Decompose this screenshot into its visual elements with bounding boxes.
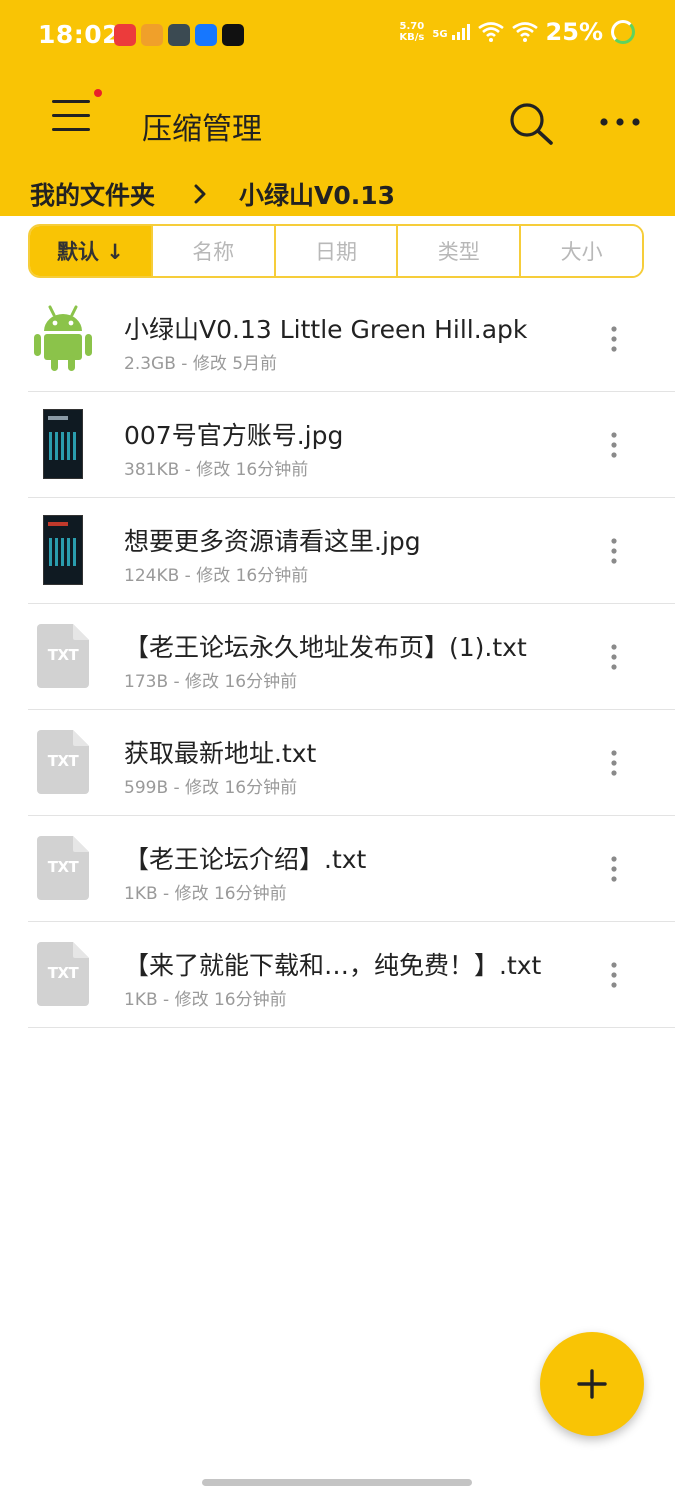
search-icon[interactable] [506, 100, 556, 146]
status-bar: 18:02 5.70 KB/s 5G 25% [0, 0, 675, 72]
battery-ring-icon [611, 20, 635, 44]
file-meta: 2.3GB - 修改 5月前 [124, 354, 278, 374]
file-name: 【老王论坛介绍】.txt [124, 845, 367, 874]
txt-icon-label: TXT [47, 646, 79, 664]
tiktok-icon [222, 24, 244, 46]
sort-size-tab[interactable]: 大小 [521, 226, 642, 276]
app-notification-icon [141, 24, 163, 46]
file-name: 获取最新地址.txt [124, 739, 317, 768]
notification-dot [94, 89, 102, 97]
home-indicator[interactable] [202, 1479, 472, 1486]
app-notification-icon [168, 24, 190, 46]
file-row[interactable]: 想要更多资源请看这里.jpg 124KB - 修改 16分钟前 [28, 498, 675, 604]
page-title: 压缩管理 [142, 112, 262, 147]
image-thumbnail [28, 408, 98, 480]
txt-icon-label: TXT [47, 858, 79, 876]
wifi-icon [477, 22, 504, 42]
sort-type-tab[interactable]: 类型 [398, 226, 522, 276]
breadcrumb-item-current[interactable]: 小绿山V0.13 [239, 176, 395, 212]
menu-button[interactable] [48, 100, 94, 140]
sort-name-tab[interactable]: 名称 [152, 226, 276, 276]
file-row[interactable]: 007号官方账号.jpg 381KB - 修改 16分钟前 [28, 392, 675, 498]
file-name: 小绿山V0.13 Little Green Hill.apk [124, 315, 528, 344]
sort-tabs: 默认 ↓ 名称 日期 类型 大小 [28, 224, 644, 278]
file-row[interactable]: TXT 【老王论坛永久地址发布页】(1).txt 173B - 修改 16分钟前 [28, 604, 675, 710]
file-meta: 1KB - 修改 16分钟前 [124, 884, 287, 904]
more-vert-icon[interactable] [602, 960, 626, 990]
more-vert-icon[interactable] [602, 324, 626, 354]
battery-percent: 25% [545, 18, 603, 46]
breadcrumb-item-root[interactable]: 我的文件夹 [30, 176, 155, 212]
file-meta: 381KB - 修改 16分钟前 [124, 460, 309, 480]
network-speed: 5.70 KB/s [399, 21, 425, 43]
file-list: 小绿山V0.13 Little Green Hill.apk 2.3GB - 修… [28, 286, 675, 1028]
file-name: 【老王论坛永久地址发布页】(1).txt [124, 633, 527, 662]
add-button[interactable] [540, 1332, 644, 1436]
sort-default-tab[interactable]: 默认 ↓ [30, 226, 153, 276]
more-options-icon[interactable] [598, 106, 642, 136]
file-name: 想要更多资源请看这里.jpg [124, 527, 421, 556]
txt-file-icon: TXT [28, 620, 98, 692]
file-row[interactable]: TXT 【来了就能下载和…，纯免费！】.txt 1KB - 修改 16分钟前 [28, 922, 675, 1028]
file-name: 【来了就能下载和…，纯免费！】.txt [124, 951, 542, 980]
file-row[interactable]: TXT 【老王论坛介绍】.txt 1KB - 修改 16分钟前 [28, 816, 675, 922]
chevron-right-icon [194, 184, 206, 204]
android-icon [28, 302, 98, 374]
file-row[interactable]: 小绿山V0.13 Little Green Hill.apk 2.3GB - 修… [28, 286, 675, 392]
sort-date-tab[interactable]: 日期 [275, 226, 399, 276]
file-meta: 1KB - 修改 16分钟前 [124, 990, 287, 1010]
file-name: 007号官方账号.jpg [124, 421, 344, 450]
signal-icon: 5G [432, 24, 470, 40]
txt-file-icon: TXT [28, 938, 98, 1010]
top-app-bar: 18:02 5.70 KB/s 5G 25% 压缩管理 我的文件夹 小绿山V0.… [0, 0, 675, 216]
image-thumbnail [28, 514, 98, 586]
txt-icon-label: TXT [47, 752, 79, 770]
notification-icons [114, 24, 244, 46]
more-vert-icon[interactable] [602, 642, 626, 672]
more-vert-icon[interactable] [602, 430, 626, 460]
alipay-icon [195, 24, 217, 46]
breadcrumb: 我的文件夹 小绿山V0.13 [30, 176, 395, 212]
more-vert-icon[interactable] [602, 854, 626, 884]
status-right-group: 5.70 KB/s 5G 25% [399, 18, 635, 46]
file-meta: 173B - 修改 16分钟前 [124, 672, 298, 692]
txt-icon-label: TXT [47, 964, 79, 982]
wifi-icon [511, 22, 538, 42]
txt-file-icon: TXT [28, 726, 98, 798]
file-meta: 599B - 修改 16分钟前 [124, 778, 298, 798]
status-time: 18:02 [38, 20, 121, 49]
more-vert-icon[interactable] [602, 748, 626, 778]
file-meta: 124KB - 修改 16分钟前 [124, 566, 309, 586]
txt-file-icon: TXT [28, 832, 98, 904]
app-notification-icon [114, 24, 136, 46]
plus-icon [577, 1369, 607, 1399]
file-row[interactable]: TXT 获取最新地址.txt 599B - 修改 16分钟前 [28, 710, 675, 816]
more-vert-icon[interactable] [602, 536, 626, 566]
